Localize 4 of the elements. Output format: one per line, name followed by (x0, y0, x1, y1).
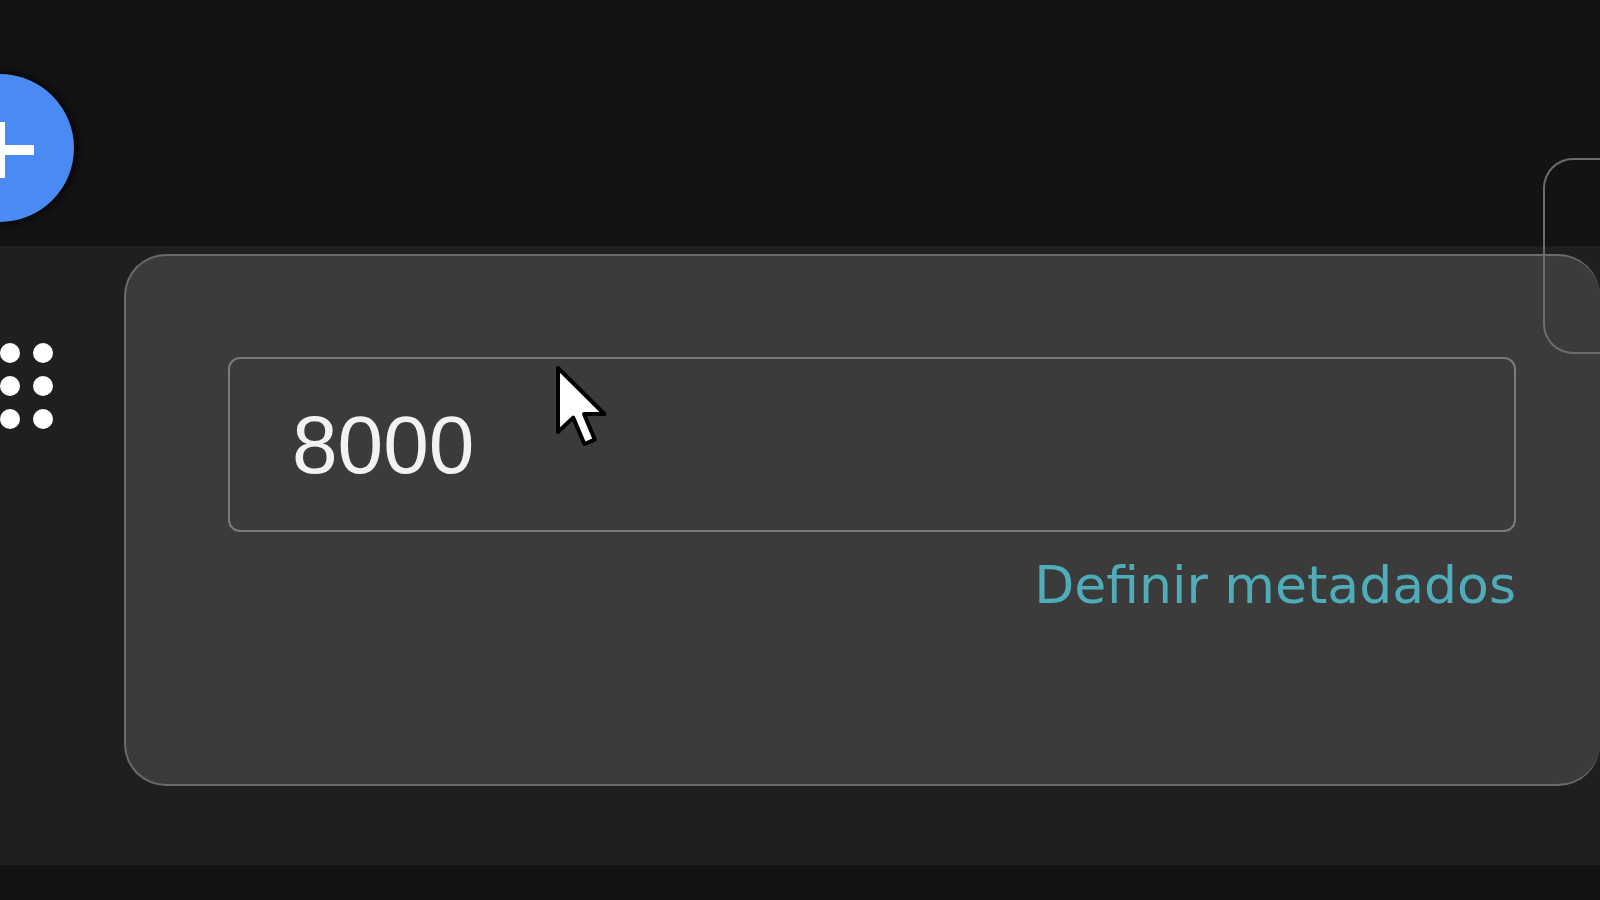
drag-handle-icon[interactable] (0, 343, 53, 430)
plus-icon (0, 122, 34, 178)
metadata-link[interactable]: Definir metadados (1034, 557, 1516, 615)
amount-field[interactable]: 8000 (228, 357, 1516, 532)
